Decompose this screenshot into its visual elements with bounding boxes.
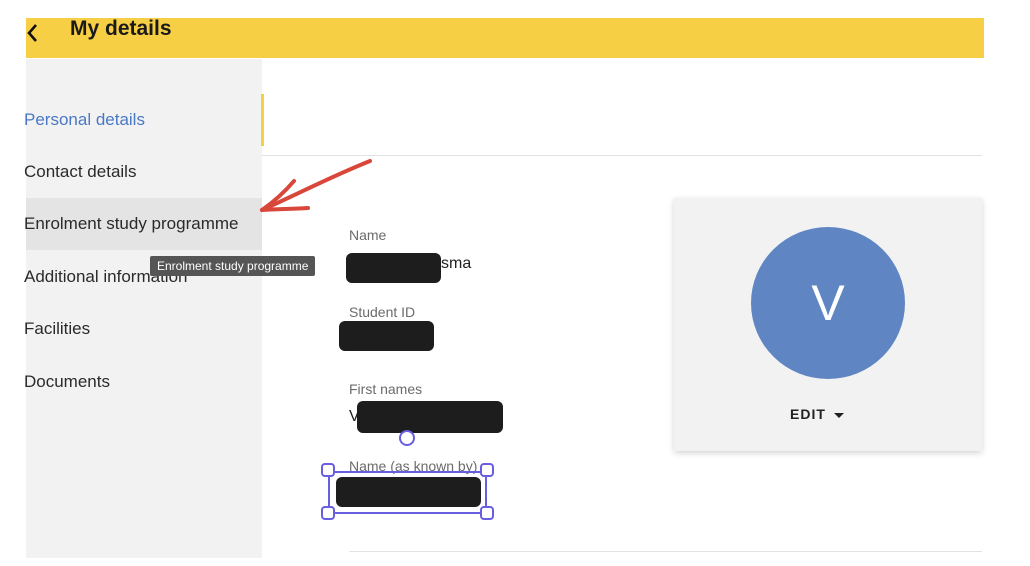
content-divider <box>349 551 982 552</box>
active-indicator <box>261 94 264 146</box>
page-title: My details <box>70 17 172 40</box>
sidebar-item-label: Personal details <box>24 110 145 129</box>
avatar-card: V EDIT <box>674 198 982 451</box>
redaction <box>357 401 503 433</box>
sidebar-item-facilities[interactable]: Facilities <box>24 303 262 355</box>
sidebar-item-documents[interactable]: Documents <box>24 356 262 408</box>
chevron-left-icon <box>27 24 37 42</box>
name-label: Name <box>349 227 387 243</box>
selection-box <box>328 471 487 514</box>
back-button[interactable] <box>26 22 44 46</box>
rotate-handle[interactable] <box>399 430 415 446</box>
top-bar: My details <box>26 18 984 58</box>
redaction <box>339 321 434 351</box>
student-id-label: Student ID <box>349 304 416 320</box>
redaction <box>346 253 441 283</box>
sidebar-nav: Personal details Contact details Enrolme… <box>24 59 262 558</box>
resize-handle-top-left[interactable] <box>321 463 335 477</box>
edit-label: EDIT <box>790 406 826 422</box>
sidebar-item-personal-details[interactable]: Personal details <box>24 94 262 146</box>
first-names-label: First names <box>349 381 423 397</box>
name-value: sma <box>441 255 472 272</box>
resize-handle-bottom-right[interactable] <box>480 506 494 520</box>
sidebar-item-label: Facilities <box>24 319 91 338</box>
caret-down-icon <box>833 412 844 418</box>
sidebar-item-contact-details[interactable]: Contact details <box>24 146 262 198</box>
sidebar-item-label: Enrolment study programme <box>24 214 239 233</box>
resize-handle-top-right[interactable] <box>480 463 494 477</box>
tooltip: Enrolment study programme <box>150 256 316 276</box>
edit-button[interactable]: EDIT <box>790 404 844 424</box>
sidebar-item-label: Contact details <box>24 162 137 181</box>
resize-handle-bottom-left[interactable] <box>321 506 335 520</box>
annotation-arrow <box>260 159 372 212</box>
sidebar-item-enrolment-study-programme[interactable]: Enrolment study programme <box>24 198 262 250</box>
avatar: V <box>751 227 905 379</box>
sidebar-item-label: Documents <box>24 372 110 391</box>
